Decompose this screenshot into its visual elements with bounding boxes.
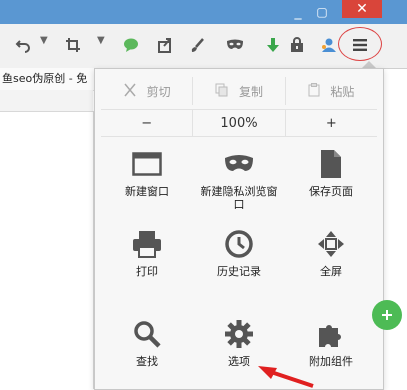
app-menu-panel: 剪切 复制 粘贴 − 100% + 新建窗口 新建隐私浏览窗口 保存页面 打印 …: [94, 68, 384, 390]
fullscreen-item[interactable]: 全屏: [285, 227, 377, 278]
brush-icon[interactable]: [186, 34, 208, 56]
edit-row: 剪切 复制 粘贴: [101, 77, 377, 105]
scissors-icon: [123, 83, 137, 100]
clipboard-icon: [308, 82, 320, 100]
undo-icon[interactable]: [12, 34, 34, 56]
cut-label: 剪切: [146, 84, 171, 99]
share-icon[interactable]: [154, 34, 176, 56]
user-icon[interactable]: [318, 34, 340, 56]
addons-item[interactable]: 附加组件: [285, 317, 377, 368]
maximize-button[interactable]: ▢: [312, 0, 332, 24]
page-content: [0, 111, 94, 389]
puzzle-icon: [314, 317, 348, 351]
download-icon[interactable]: [262, 34, 284, 56]
copy-icon: [215, 83, 229, 100]
cut-button[interactable]: 剪切: [101, 77, 194, 105]
crop-icon[interactable]: [62, 34, 84, 56]
mask-icon: [222, 147, 256, 181]
annotation-arrow-icon: [258, 366, 314, 388]
copy-label: 复制: [238, 84, 263, 99]
floating-circle-button[interactable]: [372, 300, 402, 330]
dropdown-icon[interactable]: ▼: [97, 35, 105, 46]
close-button[interactable]: ✕: [342, 0, 382, 18]
save-page-label: 保存页面: [309, 185, 353, 198]
copy-button[interactable]: 复制: [193, 77, 286, 105]
options-item[interactable]: 选项: [193, 317, 285, 368]
tab-title[interactable]: 鱼seo伪原创 - 免: [0, 68, 98, 91]
find-item[interactable]: 查找: [101, 317, 193, 368]
clock-icon: [222, 227, 256, 261]
chat-icon[interactable]: [120, 34, 142, 56]
lock-icon[interactable]: [286, 34, 308, 56]
printer-icon: [130, 227, 164, 261]
history-label: 历史记录: [217, 265, 261, 278]
fullscreen-icon: [314, 227, 348, 261]
fullscreen-label: 全屏: [320, 265, 342, 278]
dropdown-icon[interactable]: ▼: [40, 35, 48, 46]
window-icon: [130, 147, 164, 181]
save-page-item[interactable]: 保存页面: [285, 147, 377, 198]
find-label: 查找: [136, 355, 158, 368]
print-item[interactable]: 打印: [101, 227, 193, 278]
zoom-in-button[interactable]: +: [286, 110, 377, 136]
minimize-button[interactable]: _: [288, 0, 308, 24]
page-header-area: [0, 90, 93, 111]
search-icon: [130, 317, 164, 351]
print-label: 打印: [136, 265, 158, 278]
plus-icon: [382, 310, 392, 320]
zoom-level[interactable]: 100%: [192, 110, 286, 136]
document-icon: [314, 147, 348, 181]
menu-button-highlight: [338, 27, 382, 61]
zoom-row: − 100% +: [101, 109, 377, 137]
new-private-window-item[interactable]: 新建隐私浏览窗口: [193, 147, 285, 211]
history-item[interactable]: 历史记录: [193, 227, 285, 278]
new-private-window-label: 新建隐私浏览窗口: [200, 185, 278, 211]
new-window-item[interactable]: 新建窗口: [101, 147, 193, 198]
paste-button[interactable]: 粘贴: [286, 77, 377, 105]
mask-icon[interactable]: [224, 34, 246, 56]
paste-label: 粘贴: [330, 84, 355, 99]
menu-pointer: [362, 61, 376, 68]
zoom-out-button[interactable]: −: [101, 110, 192, 136]
gear-icon: [222, 317, 256, 351]
new-window-label: 新建窗口: [125, 185, 169, 198]
